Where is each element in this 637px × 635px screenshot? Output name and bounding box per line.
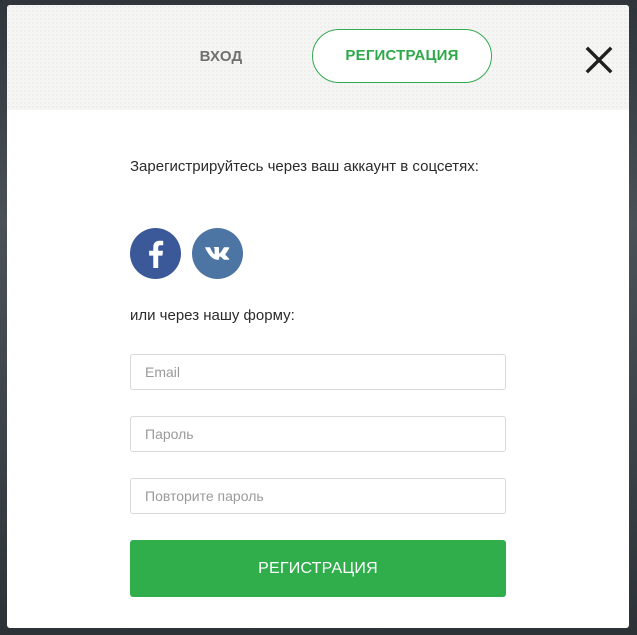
email-input[interactable] bbox=[130, 354, 506, 390]
vk-icon bbox=[205, 247, 230, 260]
register-submit-button[interactable]: РЕГИСТРАЦИЯ bbox=[130, 540, 506, 597]
vk-button[interactable] bbox=[192, 228, 243, 279]
repeat-password-input[interactable] bbox=[130, 478, 506, 514]
registration-modal: ВХОД РЕГИСТРАЦИЯ Зарегистрируйтесь через… bbox=[7, 5, 629, 628]
tab-login[interactable]: ВХОД bbox=[178, 29, 264, 85]
facebook-button[interactable] bbox=[130, 228, 181, 279]
modal-header: ВХОД РЕГИСТРАЦИЯ bbox=[7, 5, 629, 110]
social-intro-text: Зарегистрируйтесь через ваш аккаунт в со… bbox=[130, 158, 479, 175]
close-button[interactable] bbox=[582, 43, 616, 77]
facebook-icon bbox=[149, 240, 164, 268]
password-input[interactable] bbox=[130, 416, 506, 452]
tab-register[interactable]: РЕГИСТРАЦИЯ bbox=[312, 29, 492, 83]
close-icon bbox=[585, 46, 613, 74]
form-intro-text: или через нашу форму: bbox=[130, 307, 295, 324]
